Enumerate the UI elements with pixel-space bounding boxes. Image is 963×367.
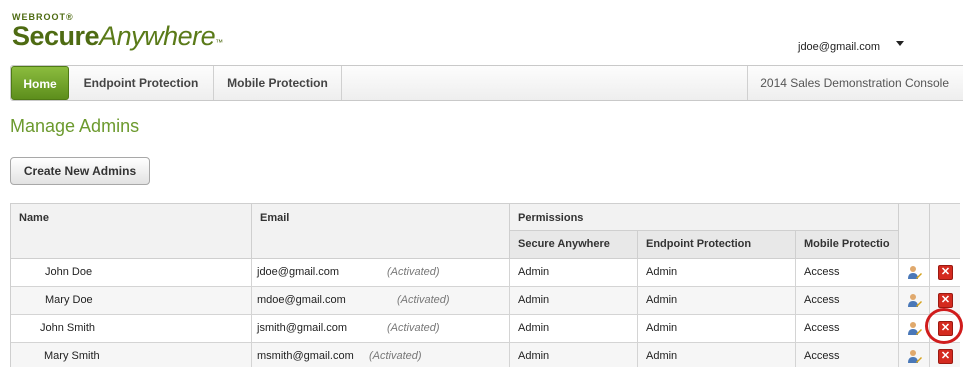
user-email-menu[interactable]: jdoe@gmail.com — [798, 41, 880, 53]
header-delete-col — [930, 204, 960, 259]
row-mobile: Access — [796, 259, 899, 286]
delete-icon[interactable]: ✕ — [938, 293, 953, 308]
tab-endpoint-protection[interactable]: Endpoint Protection — [69, 66, 214, 100]
tab-mobile-protection[interactable]: Mobile Protection — [214, 66, 342, 100]
main-nav: Home Endpoint Protection Mobile Protecti… — [10, 65, 963, 101]
row-mobile: Access — [796, 287, 899, 314]
row-endpoint: Admin — [638, 343, 796, 367]
tab-home[interactable]: Home — [11, 66, 69, 100]
row-status: (Activated) — [369, 350, 422, 362]
row-edit-cell — [899, 259, 930, 286]
row-email: jsmith@gmail.com — [252, 315, 510, 342]
create-new-admins-button[interactable]: Create New Admins — [10, 157, 150, 185]
manage-admins-page: WEBROOT® SecureAnywhere™ jdoe@gmail.com … — [0, 0, 963, 367]
row-endpoint: Admin — [638, 315, 796, 342]
delete-icon[interactable]: ✕ — [938, 349, 953, 364]
table-row: John Smith jsmith@gmail.com (Activated) … — [11, 315, 960, 343]
header-edit-col — [899, 204, 930, 259]
header-endpoint-protection[interactable]: Endpoint Protection — [638, 231, 796, 259]
table-row: Mary Doe mdoe@gmail.com (Activated) Admi… — [11, 287, 960, 315]
page-title: Manage Admins — [10, 116, 140, 136]
header-permissions: Permissions — [510, 204, 899, 231]
row-edit-cell — [899, 287, 930, 314]
admins-table: Name Email Permissions Secure Anywhere E… — [10, 203, 960, 367]
row-secure-anywhere: Admin — [510, 287, 638, 314]
row-name: John Smith — [11, 315, 252, 342]
row-status: (Activated) — [397, 294, 450, 306]
user-edit-icon[interactable] — [907, 349, 922, 364]
row-mobile: Access — [796, 315, 899, 342]
row-email: jdoe@gmail.com — [252, 259, 510, 286]
table-row: Mary Smith msmith@gmail.com (Activated) … — [11, 343, 960, 367]
webroot-logo: WEBROOT® SecureAnywhere™ — [12, 12, 223, 57]
row-secure-anywhere: Admin — [510, 259, 638, 286]
delete-icon[interactable]: ✕ — [938, 265, 953, 280]
console-title: 2014 Sales Demonstration Console — [747, 66, 949, 100]
row-status: (Activated) — [387, 322, 440, 334]
caret-down-icon[interactable] — [896, 41, 904, 46]
header-name[interactable]: Name — [11, 204, 252, 259]
row-mobile: Access — [796, 343, 899, 367]
table-row: John Doe jdoe@gmail.com (Activated) Admi… — [11, 259, 960, 287]
header-mobile-protection[interactable]: Mobile Protectio — [796, 231, 899, 259]
user-edit-icon[interactable] — [907, 293, 922, 308]
row-delete-cell: ✕ — [930, 343, 960, 367]
logo-main-text: SecureAnywhere™ — [12, 21, 223, 51]
row-edit-cell — [899, 343, 930, 367]
header-email[interactable]: Email — [252, 204, 510, 259]
row-name: John Doe — [11, 259, 252, 286]
row-endpoint: Admin — [638, 287, 796, 314]
row-secure-anywhere: Admin — [510, 315, 638, 342]
row-delete-cell: ✕ — [930, 259, 960, 286]
row-secure-anywhere: Admin — [510, 343, 638, 367]
user-edit-icon[interactable] — [907, 321, 922, 336]
user-edit-icon[interactable] — [907, 265, 922, 280]
row-status: (Activated) — [387, 266, 440, 278]
row-name: Mary Smith — [11, 343, 252, 367]
row-name: Mary Doe — [11, 287, 252, 314]
row-email: mdoe@gmail.com — [252, 287, 510, 314]
header-secure-anywhere[interactable]: Secure Anywhere — [510, 231, 638, 259]
row-endpoint: Admin — [638, 259, 796, 286]
highlight-circle — [925, 308, 963, 344]
